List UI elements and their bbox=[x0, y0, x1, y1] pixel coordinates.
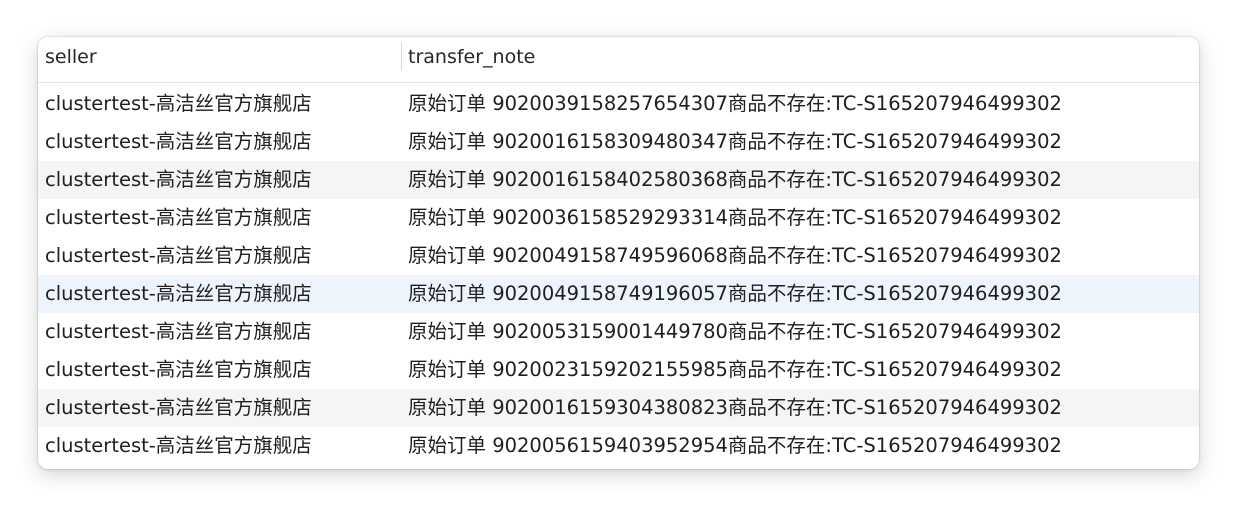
transfer-note-cell[interactable]: 原始订单 9020056159403952954商品不存在:TC-S165207… bbox=[408, 427, 1062, 465]
column-resize-handle[interactable] bbox=[401, 42, 402, 71]
seller-cell[interactable]: clustertest-高洁丝官方旗舰店 bbox=[45, 275, 312, 313]
table-header-row: seller transfer_note bbox=[38, 37, 1199, 83]
transfer-note-cell[interactable]: 原始订单 9020053159001449780商品不存在:TC-S165207… bbox=[408, 313, 1062, 351]
table-row[interactable]: clustertest-高洁丝官方旗舰店 原始订单 90200361585292… bbox=[38, 199, 1199, 237]
transfer-note-cell[interactable]: 原始订单 9020016159304380823商品不存在:TC-S165207… bbox=[408, 389, 1062, 427]
transfer-note-cell[interactable]: 原始订单 9020039158257654307商品不存在:TC-S165207… bbox=[408, 85, 1062, 123]
table-row[interactable]: clustertest-高洁丝官方旗舰店 原始订单 90200491587495… bbox=[38, 237, 1199, 275]
seller-cell[interactable]: clustertest-高洁丝官方旗舰店 bbox=[45, 313, 312, 351]
seller-cell[interactable]: clustertest-高洁丝官方旗舰店 bbox=[45, 123, 312, 161]
table-body: clustertest-高洁丝官方旗舰店 原始订单 90200391582576… bbox=[38, 85, 1199, 465]
table-row-hovered[interactable]: clustertest-高洁丝官方旗舰店 原始订单 90200491587491… bbox=[38, 275, 1199, 313]
table-row[interactable]: clustertest-高洁丝官方旗舰店 原始订单 90200391582576… bbox=[38, 85, 1199, 123]
transfer-note-cell[interactable]: 原始订单 9020049158749196057商品不存在:TC-S165207… bbox=[408, 275, 1062, 313]
transfer-note-cell[interactable]: 原始订单 9020016158309480347商品不存在:TC-S165207… bbox=[408, 123, 1062, 161]
transfer-note-cell[interactable]: 原始订单 9020023159202155985商品不存在:TC-S165207… bbox=[408, 351, 1062, 389]
column-header-seller[interactable]: seller bbox=[45, 37, 97, 82]
transfer-note-cell[interactable]: 原始订单 9020016158402580368商品不存在:TC-S165207… bbox=[408, 161, 1062, 199]
table-row[interactable]: clustertest-高洁丝官方旗舰店 原始订单 90200161583094… bbox=[38, 123, 1199, 161]
transfer-note-cell[interactable]: 原始订单 9020049158749596068商品不存在:TC-S165207… bbox=[408, 237, 1062, 275]
query-results-table: seller transfer_note clustertest-高洁丝官方旗舰… bbox=[38, 37, 1199, 469]
table-row[interactable]: clustertest-高洁丝官方旗舰店 原始订单 90200531590014… bbox=[38, 313, 1199, 351]
seller-cell[interactable]: clustertest-高洁丝官方旗舰店 bbox=[45, 237, 312, 275]
transfer-note-cell[interactable]: 原始订单 9020036158529293314商品不存在:TC-S165207… bbox=[408, 199, 1062, 237]
screenshot-stage: seller transfer_note clustertest-高洁丝官方旗舰… bbox=[0, 0, 1236, 506]
seller-cell[interactable]: clustertest-高洁丝官方旗舰店 bbox=[45, 427, 312, 465]
seller-cell[interactable]: clustertest-高洁丝官方旗舰店 bbox=[45, 85, 312, 123]
table-row[interactable]: clustertest-高洁丝官方旗舰店 原始订单 90200561594039… bbox=[38, 427, 1199, 465]
table-row[interactable]: clustertest-高洁丝官方旗舰店 原始订单 90200161593043… bbox=[38, 389, 1199, 427]
column-header-transfer-note[interactable]: transfer_note bbox=[408, 37, 535, 82]
table-row[interactable]: clustertest-高洁丝官方旗舰店 原始订单 90200231592021… bbox=[38, 351, 1199, 389]
table-row[interactable]: clustertest-高洁丝官方旗舰店 原始订单 90200161584025… bbox=[38, 161, 1199, 199]
seller-cell[interactable]: clustertest-高洁丝官方旗舰店 bbox=[45, 389, 312, 427]
seller-cell[interactable]: clustertest-高洁丝官方旗舰店 bbox=[45, 351, 312, 389]
seller-cell[interactable]: clustertest-高洁丝官方旗舰店 bbox=[45, 199, 312, 237]
seller-cell[interactable]: clustertest-高洁丝官方旗舰店 bbox=[45, 161, 312, 199]
